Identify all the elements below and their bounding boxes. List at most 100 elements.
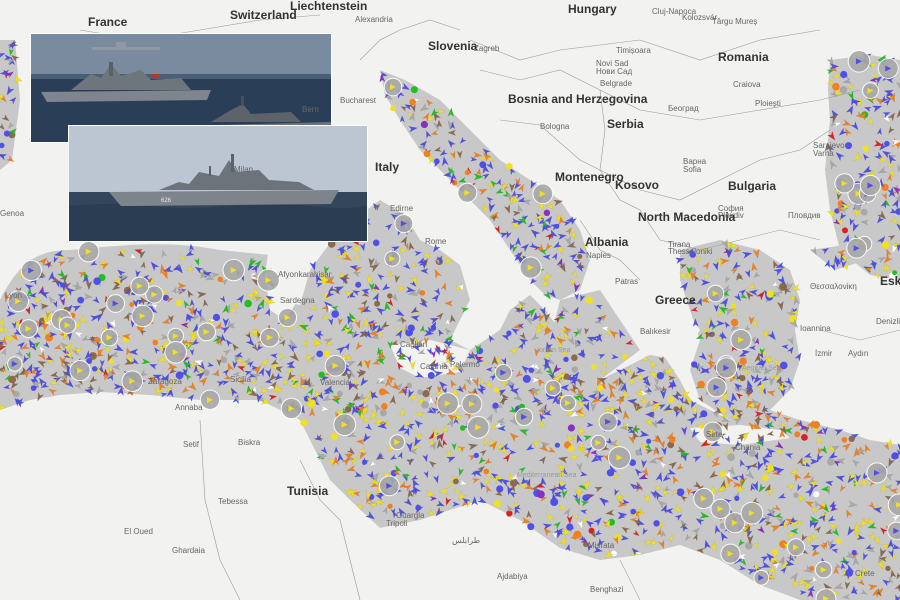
vessel-marker[interactable] bbox=[793, 492, 799, 498]
vessel-marker[interactable] bbox=[851, 549, 857, 556]
vessel-marker[interactable] bbox=[719, 471, 726, 478]
vessel-marker[interactable] bbox=[8, 375, 17, 384]
vessel-marker[interactable] bbox=[528, 367, 535, 374]
vessel-marker[interactable] bbox=[554, 223, 560, 229]
vessel-marker[interactable] bbox=[493, 500, 501, 508]
vessel-marker[interactable] bbox=[622, 354, 628, 360]
vessel-marker[interactable] bbox=[676, 488, 685, 497]
vessel-marker[interactable] bbox=[585, 296, 594, 304]
vessel-marker[interactable] bbox=[840, 70, 848, 79]
vessel-marker[interactable] bbox=[739, 375, 746, 382]
vessel-marker[interactable] bbox=[700, 410, 708, 418]
vessel-marker[interactable] bbox=[423, 150, 431, 158]
vessel-marker[interactable] bbox=[379, 409, 387, 417]
vessel-marker[interactable] bbox=[727, 453, 735, 462]
vessel-marker[interactable] bbox=[387, 293, 393, 299]
vessel-marker[interactable] bbox=[771, 549, 778, 556]
vessel-marker[interactable] bbox=[415, 504, 422, 511]
vessel-marker[interactable] bbox=[506, 163, 513, 170]
vessel-marker[interactable] bbox=[13, 391, 20, 398]
vessel-marker[interactable] bbox=[537, 490, 545, 499]
vessel-marker[interactable] bbox=[591, 363, 597, 370]
vessel-marker[interactable] bbox=[337, 390, 343, 397]
vessel-marker[interactable] bbox=[884, 140, 890, 147]
vessel-marker[interactable] bbox=[832, 82, 840, 91]
vessel-marker[interactable] bbox=[848, 435, 855, 442]
vessel-marker[interactable] bbox=[571, 354, 578, 362]
vessel-marker[interactable] bbox=[780, 361, 788, 370]
vessel-marker[interactable] bbox=[492, 402, 499, 409]
vessel-marker[interactable] bbox=[635, 449, 641, 456]
vessel-marker[interactable] bbox=[653, 520, 660, 527]
vessel-marker[interactable] bbox=[417, 389, 423, 395]
vessel-marker[interactable] bbox=[372, 239, 380, 247]
vessel-marker[interactable] bbox=[318, 371, 325, 378]
vessel-marker[interactable] bbox=[862, 145, 869, 152]
vessel-marker[interactable] bbox=[420, 120, 428, 129]
vessel-marker[interactable] bbox=[434, 158, 440, 164]
vessel-marker[interactable] bbox=[473, 452, 479, 459]
vessel-marker[interactable] bbox=[656, 372, 665, 380]
vessel-marker[interactable] bbox=[550, 498, 559, 506]
vessel-marker[interactable] bbox=[378, 388, 386, 396]
vessel-marker[interactable] bbox=[390, 105, 396, 112]
vessel-marker[interactable] bbox=[212, 313, 221, 321]
vessel-marker[interactable] bbox=[646, 438, 652, 444]
vessel-marker[interactable] bbox=[331, 310, 340, 318]
vessel-marker[interactable] bbox=[611, 550, 617, 557]
vessel-marker[interactable] bbox=[860, 208, 868, 216]
vessel-marker[interactable] bbox=[881, 241, 890, 249]
vessel-marker[interactable] bbox=[152, 339, 159, 346]
vessel-marker[interactable] bbox=[839, 86, 848, 94]
vessel-marker[interactable] bbox=[244, 299, 252, 308]
vessel-marker[interactable] bbox=[527, 523, 535, 531]
vessel-marker[interactable] bbox=[697, 380, 705, 389]
vessel-marker[interactable] bbox=[801, 434, 808, 441]
vessel-marker[interactable] bbox=[175, 299, 183, 306]
vessel-marker[interactable] bbox=[427, 372, 435, 379]
vessel-marker[interactable] bbox=[93, 277, 101, 286]
vessel-marker[interactable] bbox=[854, 203, 861, 211]
vessel-marker[interactable] bbox=[300, 419, 308, 427]
vessel-marker[interactable] bbox=[739, 357, 747, 365]
vessel-marker[interactable] bbox=[813, 491, 820, 498]
vessel-marker[interactable] bbox=[381, 403, 388, 410]
vessel-marker[interactable] bbox=[767, 464, 774, 471]
vessel-marker[interactable] bbox=[355, 281, 362, 288]
vessel-marker[interactable] bbox=[841, 437, 848, 443]
vessel-marker[interactable] bbox=[630, 508, 637, 515]
vessel-marker[interactable] bbox=[422, 390, 430, 398]
vessel-marker[interactable] bbox=[827, 458, 835, 466]
vessel-marker[interactable] bbox=[374, 300, 381, 307]
vessel-marker[interactable] bbox=[568, 445, 575, 452]
vessel-marker[interactable] bbox=[845, 142, 852, 150]
vessel-marker[interactable] bbox=[571, 366, 578, 373]
vessel-marker[interactable] bbox=[730, 303, 737, 309]
vessel-marker[interactable] bbox=[506, 330, 512, 336]
vessel-marker[interactable] bbox=[162, 294, 169, 301]
vessel-marker[interactable] bbox=[836, 538, 842, 544]
vessel-marker[interactable] bbox=[842, 227, 848, 234]
vessel-marker[interactable] bbox=[129, 302, 135, 307]
vessel-marker[interactable] bbox=[885, 565, 891, 572]
vessel-marker[interactable] bbox=[323, 350, 331, 357]
vessel-marker[interactable] bbox=[483, 468, 490, 475]
vessel-marker[interactable] bbox=[606, 469, 615, 477]
vessel-marker[interactable] bbox=[794, 431, 801, 438]
vessel-marker[interactable] bbox=[563, 356, 569, 363]
vessel-marker[interactable] bbox=[554, 442, 561, 448]
vessel-marker[interactable] bbox=[668, 396, 675, 403]
vessel-marker[interactable] bbox=[577, 253, 583, 259]
vessel-marker[interactable] bbox=[812, 421, 820, 429]
vessel-marker[interactable] bbox=[720, 407, 726, 414]
vessel-marker[interactable] bbox=[409, 98, 416, 106]
vessel-marker[interactable] bbox=[493, 387, 499, 393]
vessel-marker[interactable] bbox=[596, 384, 604, 392]
vessel-marker[interactable] bbox=[496, 485, 504, 493]
vessel-marker[interactable] bbox=[406, 382, 412, 388]
vessel-marker[interactable] bbox=[734, 495, 740, 501]
vessel-marker[interactable] bbox=[3, 130, 11, 137]
vessel-marker[interactable] bbox=[566, 523, 574, 531]
vessel-marker[interactable] bbox=[464, 169, 471, 176]
vessel-marker[interactable] bbox=[410, 86, 418, 94]
